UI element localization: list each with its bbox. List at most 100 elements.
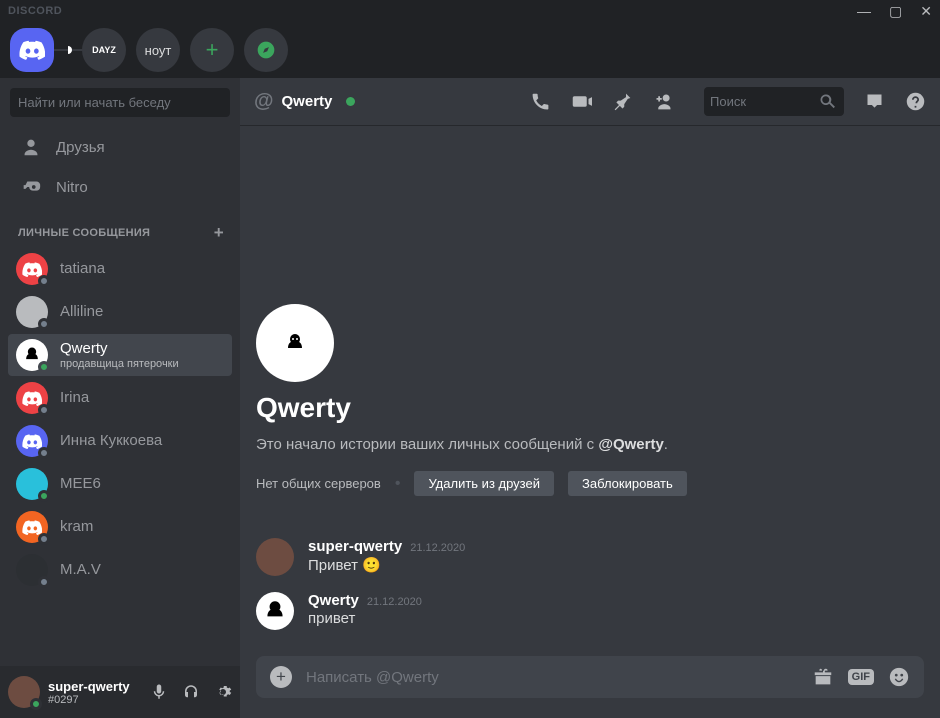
- help-button[interactable]: [905, 91, 926, 112]
- message-avatar[interactable]: [256, 592, 294, 630]
- status-icon: [38, 533, 50, 545]
- chat-title: Qwerty: [282, 93, 333, 110]
- dm-search[interactable]: Найти или начать беседу: [10, 88, 230, 117]
- message-avatar[interactable]: [256, 538, 294, 576]
- minimize-button[interactable]: —: [857, 3, 871, 20]
- message-time: 21.12.2020: [410, 542, 465, 554]
- attach-button[interactable]: +: [270, 666, 292, 688]
- dm-list: tatiana Alliline Qwerty продавщица пятер…: [0, 247, 240, 666]
- message-author[interactable]: super-qwerty: [308, 538, 402, 555]
- server-nout[interactable]: ноут: [136, 28, 180, 72]
- add-friend-button[interactable]: [653, 91, 674, 112]
- dm-avatar: [16, 511, 48, 543]
- titlebar: DISCORD — ▢ ✕: [0, 0, 940, 22]
- self-avatar[interactable]: [8, 676, 40, 708]
- message-text: привет: [308, 610, 924, 627]
- self-status-icon: [30, 698, 42, 710]
- dm-profile-block: Qwerty Это начало истории ваших личных с…: [256, 304, 924, 532]
- dm-avatar: [16, 468, 48, 500]
- discord-logo-icon: [22, 391, 42, 406]
- discord-logo-icon: [22, 434, 42, 449]
- gift-button[interactable]: [812, 666, 834, 688]
- friends-icon: [20, 136, 42, 158]
- search-icon: [817, 91, 838, 112]
- window-controls: — ▢ ✕: [857, 3, 932, 20]
- add-server-button[interactable]: +: [190, 28, 234, 72]
- dm-item[interactable]: M.A.V: [8, 549, 232, 591]
- dm-section-header: ЛИЧНЫЕ СООБЩЕНИЯ +: [0, 207, 240, 247]
- video-call-button[interactable]: [571, 91, 592, 112]
- silhouette-icon: [283, 331, 307, 355]
- dm-avatar: [16, 554, 48, 586]
- header-search[interactable]: Поиск: [704, 87, 844, 116]
- status-icon: [38, 490, 50, 502]
- discord-logo-icon: [19, 40, 45, 60]
- servers-bar: DAYZ ноут +: [0, 22, 940, 78]
- dm-item[interactable]: Qwerty продавщица пятерочки: [8, 334, 232, 376]
- mute-button[interactable]: [150, 683, 168, 701]
- nitro-tab[interactable]: Nitro: [8, 168, 232, 206]
- home-button[interactable]: [10, 28, 54, 72]
- profile-avatar: [256, 304, 334, 382]
- remove-friend-button[interactable]: Удалить из друзей: [414, 471, 554, 496]
- silhouette-icon: [262, 598, 288, 624]
- user-panel: super-qwerty #0297: [0, 666, 240, 718]
- inbox-button[interactable]: [864, 91, 885, 112]
- dm-avatar: [16, 425, 48, 457]
- message-author[interactable]: Qwerty: [308, 592, 359, 609]
- status-icon: [38, 318, 50, 330]
- settings-button[interactable]: [214, 683, 232, 701]
- friends-tab[interactable]: Друзья: [8, 128, 232, 166]
- dm-item[interactable]: tatiana: [8, 248, 232, 290]
- close-button[interactable]: ✕: [920, 3, 932, 20]
- maximize-button[interactable]: ▢: [889, 3, 902, 20]
- dm-name: Qwerty: [60, 340, 179, 357]
- compass-icon: [256, 40, 276, 60]
- dm-item[interactable]: Irina: [8, 377, 232, 419]
- self-info[interactable]: super-qwerty #0297: [48, 679, 142, 706]
- pinned-button[interactable]: [612, 91, 633, 112]
- profile-name: Qwerty: [256, 392, 924, 424]
- message: Qwerty 21.12.2020 привет: [256, 586, 924, 640]
- emoji-button[interactable]: [888, 666, 910, 688]
- app-logo: DISCORD: [8, 5, 62, 17]
- deafen-button[interactable]: [182, 683, 200, 701]
- at-icon: @: [254, 90, 274, 113]
- dm-name: M.A.V: [60, 561, 101, 578]
- status-icon: [38, 576, 50, 588]
- nitro-icon: [20, 176, 42, 198]
- discord-logo-icon: [22, 520, 42, 535]
- dm-avatar: [16, 253, 48, 285]
- dm-name: MEE6: [60, 475, 101, 492]
- status-icon: [38, 275, 50, 287]
- dm-name: Irina: [60, 389, 89, 406]
- title-status-icon: [346, 97, 355, 106]
- status-icon: [38, 361, 50, 373]
- profile-actions: Нет общих серверов • Удалить из друзей З…: [256, 471, 924, 496]
- dm-item[interactable]: Alliline: [8, 291, 232, 333]
- dm-item[interactable]: Инна Куккоева: [8, 420, 232, 462]
- message: super-qwerty 21.12.2020 Привет 🙂: [256, 532, 924, 586]
- voice-call-button[interactable]: [530, 91, 551, 112]
- dm-name: tatiana: [60, 260, 105, 277]
- dm-name: Alliline: [60, 303, 103, 320]
- chat-body: Qwerty Это начало истории ваших личных с…: [240, 126, 940, 656]
- no-mutual-label: Нет общих серверов: [256, 476, 381, 491]
- dm-avatar: [16, 339, 48, 371]
- status-icon: [38, 404, 50, 416]
- dm-sidebar: Найти или начать беседу Друзья Nitro ЛИЧ…: [0, 78, 240, 718]
- gif-button[interactable]: GIF: [848, 669, 874, 685]
- server-pill: [68, 46, 72, 54]
- dm-item[interactable]: kram: [8, 506, 232, 548]
- new-dm-button[interactable]: +: [214, 223, 224, 243]
- chat-header: @ Qwerty Поиск: [240, 78, 940, 126]
- server-dayz[interactable]: DAYZ: [82, 28, 126, 72]
- message-text: Привет 🙂: [308, 556, 924, 574]
- discord-logo-icon: [22, 262, 42, 277]
- chat-panel: @ Qwerty Поиск: [240, 78, 940, 718]
- dm-item[interactable]: MEE6: [8, 463, 232, 505]
- chat-input[interactable]: + Написать @Qwerty GIF: [256, 656, 924, 698]
- block-button[interactable]: Заблокировать: [568, 471, 687, 496]
- status-icon: [38, 447, 50, 459]
- explore-button[interactable]: [244, 28, 288, 72]
